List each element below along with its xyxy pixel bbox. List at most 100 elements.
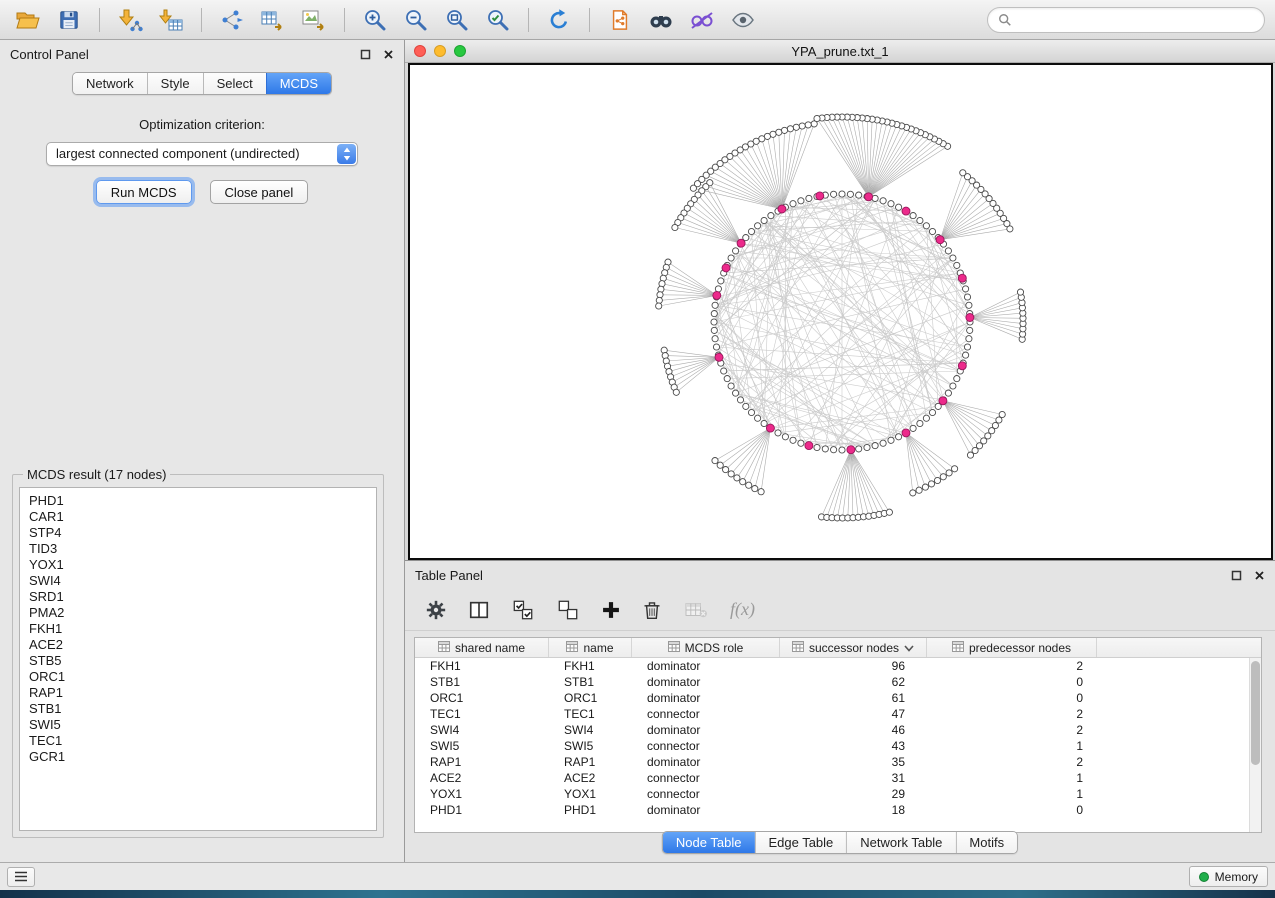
result-item[interactable]: TID3 (29, 541, 367, 557)
table-row[interactable]: SWI4SWI4dominator462 (415, 722, 1249, 738)
table-row[interactable]: RAP1RAP1dominator352 (415, 754, 1249, 770)
criterion-dropdown[interactable]: largest connected component (undirected) (46, 142, 358, 166)
close-panel-button[interactable]: Close panel (210, 180, 309, 204)
add-icon[interactable] (601, 600, 621, 620)
result-item[interactable]: SWI5 (29, 717, 367, 733)
select-all-checks-icon[interactable] (511, 599, 535, 621)
share-document-button[interactable] (602, 5, 638, 35)
clear-icon[interactable] (683, 600, 709, 620)
column-header-name[interactable]: name (549, 638, 632, 657)
network-titlebar[interactable]: YPA_prune.txt_1 (405, 40, 1275, 63)
status-menu-button[interactable] (7, 867, 35, 887)
network-canvas[interactable] (408, 63, 1273, 560)
table-row[interactable]: PHD1PHD1dominator180 (415, 802, 1249, 818)
open-folder-button[interactable] (10, 5, 46, 35)
float-panel-icon[interactable] (360, 49, 371, 60)
hide-details-button[interactable] (684, 5, 720, 35)
deselect-all-checks-icon[interactable] (556, 599, 580, 621)
zoom-fit-button[interactable] (439, 5, 475, 35)
table-cell: FKH1 (415, 658, 549, 674)
scrollbar-thumb[interactable] (1251, 661, 1260, 765)
close-table-panel-icon[interactable] (1254, 570, 1265, 581)
result-item[interactable]: RAP1 (29, 685, 367, 701)
table-cell: 2 (927, 754, 1097, 770)
table-cell: 0 (927, 802, 1097, 818)
result-item[interactable]: ORC1 (29, 669, 367, 685)
table-cell: 0 (927, 690, 1097, 706)
table-cell: 31 (780, 770, 927, 786)
result-item[interactable]: TEC1 (29, 733, 367, 749)
table-row[interactable]: SWI5SWI5connector431 (415, 738, 1249, 754)
table-cell: 47 (780, 706, 927, 722)
table-cell: ACE2 (415, 770, 549, 786)
tab-motifs[interactable]: Motifs (955, 832, 1017, 853)
minimize-window-icon[interactable] (434, 45, 446, 57)
column-header-shared-name[interactable]: shared name (415, 638, 549, 657)
table-row[interactable]: ORC1ORC1dominator610 (415, 690, 1249, 706)
table-row[interactable]: FKH1FKH1dominator962 (415, 658, 1249, 674)
close-window-icon[interactable] (414, 45, 426, 57)
result-item[interactable]: SRD1 (29, 589, 367, 605)
table-cell: SWI5 (415, 738, 549, 754)
search-network-button[interactable] (643, 5, 679, 35)
table-cell: connector (632, 786, 780, 802)
result-item[interactable]: STB1 (29, 701, 367, 717)
result-item[interactable]: PMA2 (29, 605, 367, 621)
show-details-button[interactable] (725, 5, 761, 35)
delete-icon[interactable] (642, 599, 662, 621)
run-mcds-button[interactable]: Run MCDS (96, 180, 192, 204)
export-table-button[interactable] (255, 5, 291, 35)
refresh-button[interactable] (541, 5, 577, 35)
column-header-successor-nodes[interactable]: successor nodes (780, 638, 927, 657)
table-row[interactable]: TEC1TEC1connector472 (415, 706, 1249, 722)
zoom-in-button[interactable] (357, 5, 393, 35)
result-item[interactable]: STB5 (29, 653, 367, 669)
column-header-predecessor-nodes[interactable]: predecessor nodes (927, 638, 1097, 657)
tab-edge-table[interactable]: Edge Table (754, 832, 846, 853)
result-item[interactable]: CAR1 (29, 509, 367, 525)
zoom-out-button[interactable] (398, 5, 434, 35)
table-column-icon (566, 641, 578, 655)
result-item[interactable]: YOX1 (29, 557, 367, 573)
result-item[interactable]: GCR1 (29, 749, 367, 765)
split-columns-icon[interactable] (468, 599, 490, 621)
import-table-button[interactable] (153, 5, 189, 35)
table-cell: STB1 (549, 674, 632, 690)
result-item[interactable]: PHD1 (29, 493, 367, 509)
search-input[interactable] (1018, 12, 1254, 27)
table-cell: 1 (927, 786, 1097, 802)
tab-style[interactable]: Style (147, 73, 203, 94)
float-table-panel-icon[interactable] (1231, 570, 1242, 581)
result-item[interactable]: STP4 (29, 525, 367, 541)
export-network-button[interactable] (214, 5, 250, 35)
table-row[interactable]: ACE2ACE2connector311 (415, 770, 1249, 786)
table-cell: dominator (632, 690, 780, 706)
memory-button[interactable]: Memory (1189, 866, 1268, 887)
dropdown-stepper-icon (337, 144, 356, 164)
table-cell: ORC1 (549, 690, 632, 706)
result-item[interactable]: ACE2 (29, 637, 367, 653)
table-cell (1097, 786, 1249, 802)
import-network-button[interactable] (112, 5, 148, 35)
table-row[interactable]: YOX1YOX1connector291 (415, 786, 1249, 802)
tab-select[interactable]: Select (203, 73, 266, 94)
gear-icon[interactable] (425, 599, 447, 621)
maximize-window-icon[interactable] (454, 45, 466, 57)
close-panel-icon[interactable] (383, 49, 394, 60)
export-image-button[interactable] (296, 5, 332, 35)
search-box[interactable] (987, 7, 1265, 33)
tab-network-table[interactable]: Network Table (846, 832, 955, 853)
zoom-selected-button[interactable] (480, 5, 516, 35)
mcds-result-list[interactable]: PHD1CAR1STP4TID3YOX1SWI4SRD1PMA2FKH1ACE2… (19, 487, 377, 831)
tab-network[interactable]: Network (73, 73, 147, 94)
table-cell: 2 (927, 706, 1097, 722)
tab-node-table[interactable]: Node Table (663, 832, 755, 853)
table-scrollbar[interactable] (1249, 658, 1261, 832)
table-row[interactable]: STB1STB1dominator620 (415, 674, 1249, 690)
save-button[interactable] (51, 5, 87, 35)
result-item[interactable]: SWI4 (29, 573, 367, 589)
result-item[interactable]: FKH1 (29, 621, 367, 637)
column-header-mcds-role[interactable]: MCDS role (632, 638, 780, 657)
control-tabs: NetworkStyleSelectMCDS (72, 72, 332, 95)
tab-mcds[interactable]: MCDS (266, 73, 331, 94)
